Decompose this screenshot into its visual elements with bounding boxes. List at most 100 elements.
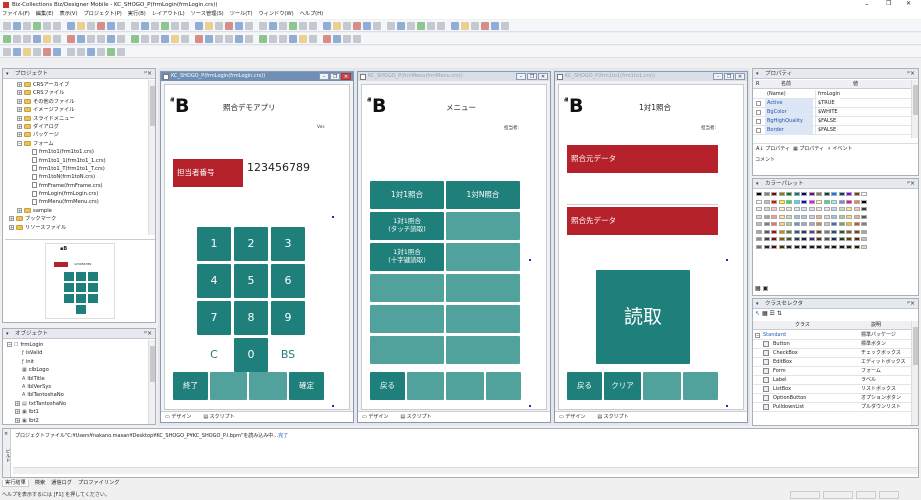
color-swatch[interactable] xyxy=(861,229,867,234)
expand-icon[interactable]: − xyxy=(755,333,760,338)
tree-item[interactable]: frm1to1_T(frm1to1_T.crs) xyxy=(9,165,149,173)
color-swatch[interactable] xyxy=(786,207,792,211)
pin-icon[interactable]: ᵖ× xyxy=(907,69,915,79)
color-swatch[interactable] xyxy=(763,192,770,196)
keypad-key-2[interactable]: 2 xyxy=(234,227,268,261)
tab-script[interactable]: ▤ スクリプト xyxy=(597,414,634,420)
toolbar-button-icon[interactable] xyxy=(77,48,85,56)
toolbar-button-icon[interactable] xyxy=(117,22,125,30)
color-swatch[interactable] xyxy=(838,199,845,204)
color-swatch[interactable] xyxy=(823,199,830,204)
color-swatch[interactable] xyxy=(793,237,800,241)
toolbar-button-icon[interactable] xyxy=(23,48,31,56)
color-swatch[interactable] xyxy=(838,229,845,234)
color-swatch[interactable] xyxy=(756,207,762,211)
toolbar-button-icon[interactable] xyxy=(97,35,105,43)
color-swatch[interactable] xyxy=(816,207,822,211)
tab-design[interactable]: ▭ デザイン xyxy=(362,414,394,420)
toolbar-button-icon[interactable] xyxy=(205,35,213,43)
color-swatch[interactable] xyxy=(778,192,785,196)
color-swatch[interactable] xyxy=(771,207,777,211)
toolbar-button-icon[interactable] xyxy=(171,35,179,43)
confirm-button[interactable]: 確定 xyxy=(289,372,324,400)
menu-item-6[interactable]: ソース管理(S) xyxy=(191,11,224,17)
form-window-login[interactable]: KC_SHOGO_P(frmLogin(frmLogin.crs)) – ❐ ✕ B… xyxy=(160,71,354,423)
color-swatch[interactable] xyxy=(801,222,807,226)
tree-item[interactable]: frm1toN(frm1toN.crs) xyxy=(9,173,149,181)
class-row[interactable]: PulldownList プルダウンリスト xyxy=(753,403,911,412)
toolbar-button-icon[interactable] xyxy=(343,35,351,43)
color-swatch[interactable] xyxy=(831,207,837,211)
keypad-key-6[interactable]: 6 xyxy=(271,264,305,298)
menu-button-1toN[interactable]: 1対N照合 xyxy=(446,181,520,209)
color-swatch[interactable] xyxy=(823,192,830,196)
keypad-key-5[interactable]: 5 xyxy=(234,264,268,298)
pin-icon[interactable]: ᵖ× xyxy=(144,69,152,79)
color-swatch[interactable] xyxy=(861,214,867,219)
color-swatch[interactable] xyxy=(801,199,807,204)
object-tree-item[interactable]: AlblTitle xyxy=(7,375,147,383)
color-swatch[interactable] xyxy=(801,237,807,241)
class-row[interactable]: Label ラベル xyxy=(753,376,911,385)
color-swatch[interactable] xyxy=(846,199,852,204)
color-swatch[interactable] xyxy=(838,192,845,196)
color-swatch[interactable] xyxy=(793,192,800,196)
color-swatch[interactable] xyxy=(853,229,860,234)
color-swatch[interactable] xyxy=(846,222,852,226)
color-swatch[interactable] xyxy=(763,244,770,249)
toolbar-button-icon[interactable] xyxy=(13,22,21,30)
keypad-key-3[interactable]: 3 xyxy=(271,227,305,261)
toolbar-button-icon[interactable] xyxy=(501,22,509,30)
expand-icon[interactable]: + xyxy=(17,132,22,138)
toolbar-button-icon[interactable] xyxy=(87,22,95,30)
object-tree-item[interactable]: + ▣ lbt1 xyxy=(7,408,147,416)
restore-icon[interactable]: ❐ xyxy=(527,73,537,80)
toolbar-button-icon[interactable] xyxy=(205,22,213,30)
color-swatch[interactable] xyxy=(816,199,822,204)
toolbar-button-icon[interactable] xyxy=(67,48,75,56)
color-swatch[interactable] xyxy=(831,214,837,219)
toolbar-button-icon[interactable] xyxy=(161,35,169,43)
toolbar-button-icon[interactable] xyxy=(491,22,499,30)
color-swatch[interactable] xyxy=(816,237,822,241)
clear-button[interactable]: クリア xyxy=(604,372,641,400)
color-swatch[interactable] xyxy=(763,214,770,219)
toolbar-button-icon[interactable] xyxy=(77,35,85,43)
toolbar-button-icon[interactable] xyxy=(309,35,317,43)
color-swatch[interactable] xyxy=(808,237,815,241)
object-tree-item[interactable]: AlblVerSys xyxy=(7,383,147,391)
toolbar-button-icon[interactable] xyxy=(131,35,139,43)
maximize-button[interactable]: ❐ xyxy=(886,0,891,7)
class-scrollbar[interactable] xyxy=(911,321,918,425)
color-swatch[interactable] xyxy=(801,244,807,249)
toolbar-button-icon[interactable] xyxy=(269,35,277,43)
toolbar-button-icon[interactable] xyxy=(181,22,189,30)
keypad-key-bs[interactable]: BS xyxy=(271,338,305,372)
color-swatch[interactable] xyxy=(778,229,785,234)
keypad-key-8[interactable]: 8 xyxy=(234,301,268,335)
color-swatch[interactable] xyxy=(786,199,792,204)
color-swatch[interactable] xyxy=(853,237,860,241)
form-window-1to1[interactable]: KC_SHOGO_P(frm1to1(frm1to1.crs)) – ❐ ✕ Biz… xyxy=(554,71,748,423)
toolbar-button-icon[interactable] xyxy=(141,35,149,43)
output-tab-3[interactable]: プロファイリング xyxy=(78,480,120,486)
menu-item-2[interactable]: 表示(V) xyxy=(60,11,78,17)
collapse-icon[interactable]: ▾ xyxy=(756,69,759,79)
color-swatch[interactable] xyxy=(853,192,860,196)
toolbar-button-icon[interactable] xyxy=(353,35,361,43)
color-swatch[interactable] xyxy=(823,214,830,219)
color-swatch[interactable] xyxy=(823,237,830,241)
toolbar-button-icon[interactable] xyxy=(417,22,425,30)
color-swatch[interactable] xyxy=(771,192,777,196)
color-swatch[interactable] xyxy=(846,244,852,249)
color-swatch[interactable] xyxy=(808,207,815,211)
toolbar-button-icon[interactable] xyxy=(195,22,203,30)
color-swatch[interactable] xyxy=(823,244,830,249)
color-swatch[interactable] xyxy=(808,244,815,249)
color-swatch[interactable] xyxy=(846,229,852,234)
toolbar-button-icon[interactable] xyxy=(87,35,95,43)
menu-item-1[interactable]: 編集(E) xyxy=(36,11,54,17)
color-swatch[interactable] xyxy=(756,199,762,204)
color-swatch[interactable] xyxy=(771,222,777,226)
minimize-icon[interactable]: – xyxy=(516,73,526,80)
